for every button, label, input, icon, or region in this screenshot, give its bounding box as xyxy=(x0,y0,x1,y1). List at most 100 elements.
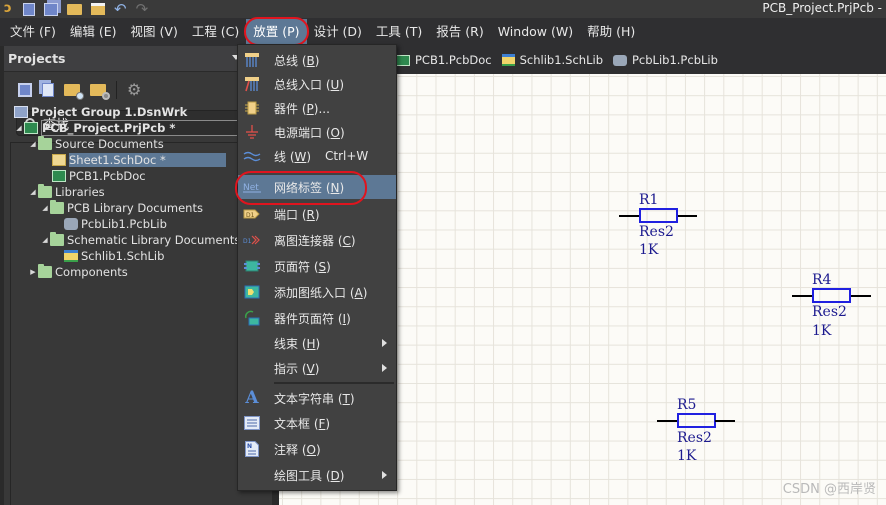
open-folder-icon[interactable] xyxy=(64,84,84,100)
schlib-icon xyxy=(64,250,78,262)
component-lead xyxy=(657,420,677,422)
off-sheet-connector-icon: D1 xyxy=(243,232,261,248)
folder-icon xyxy=(38,136,52,150)
collapsed-icon[interactable]: ▶ xyxy=(28,268,38,276)
tree-item-pcb-library-documents[interactable]: ◢ PCB Library Documents xyxy=(12,200,272,216)
menu-design[interactable]: 设计 (D) xyxy=(307,19,369,45)
tab-pcblib1-pcblib[interactable]: PcbLib1.PcbLib xyxy=(613,53,718,67)
component-lead xyxy=(851,295,871,297)
menu-tools[interactable]: 工具 (T) xyxy=(369,19,429,45)
resistor-body xyxy=(639,208,678,223)
svg-text:Net: Net xyxy=(243,183,259,193)
menu-item-off-sheet-connector[interactable]: D1 离图连接器 (C) xyxy=(238,228,396,252)
menu-item-net-label[interactable]: Net 网络标签 (N) xyxy=(235,171,396,205)
component-lead xyxy=(715,420,735,422)
copy-icon[interactable] xyxy=(42,83,54,97)
menu-item-drawing-tools[interactable]: 绘图工具 (D) xyxy=(238,463,396,487)
folder-icon xyxy=(50,200,64,214)
expanded-icon[interactable]: ◢ xyxy=(28,188,38,196)
submenu-arrow-icon xyxy=(382,339,387,347)
save-icon[interactable] xyxy=(23,2,35,16)
expanded-icon[interactable]: ◢ xyxy=(14,124,24,132)
submenu-arrow-icon xyxy=(382,364,387,372)
bus-icon xyxy=(243,52,261,68)
component-lead xyxy=(619,215,639,217)
menu-reports[interactable]: 报告 (R) xyxy=(429,19,490,45)
tree-item-components[interactable]: ▶ Components xyxy=(12,264,272,280)
tree-item-pcblib1[interactable]: PcbLib1.PcbLib xyxy=(12,216,272,232)
save-all-icon[interactable] xyxy=(44,2,58,16)
comment-label: Res2 xyxy=(677,430,712,446)
tab-pcb1-pcbdoc[interactable]: PCB1.PcbDoc xyxy=(396,53,492,67)
pcbdoc-icon xyxy=(52,170,66,182)
designator-label: R5 xyxy=(677,397,697,413)
menu-item-add-sheet-entry[interactable]: 添加图纸入口 (A) xyxy=(238,280,396,304)
tree-item-libraries[interactable]: ◢ Libraries xyxy=(12,184,272,200)
tree-item-project-group[interactable]: Project Group 1.DsnWrk xyxy=(12,104,272,120)
tab-schlib1-schlib[interactable]: Schlib1.SchLib xyxy=(501,53,603,67)
menu-item-power-port[interactable]: 电源端口 (O) xyxy=(238,120,396,144)
expanded-icon[interactable]: ◢ xyxy=(28,140,38,148)
project-tree: Project Group 1.DsnWrk ◢ PCB_Project.Prj… xyxy=(12,104,272,280)
pcbdoc-icon xyxy=(396,54,410,66)
device-sheet-symbol-icon xyxy=(243,310,261,326)
undo-icon[interactable]: ↶ xyxy=(114,2,127,17)
menu-view[interactable]: 视图 (V) xyxy=(124,19,185,45)
value-label: 1K xyxy=(639,242,659,258)
part-icon xyxy=(243,100,261,116)
toolbar-separator xyxy=(116,81,117,99)
menu-item-port[interactable]: D1 端口 (R) xyxy=(238,202,396,226)
menu-item-text-frame[interactable]: 文本框 (F) xyxy=(238,411,396,435)
submenu-arrow-icon xyxy=(382,471,387,479)
folder-icon xyxy=(38,264,52,278)
menu-item-device-sheet-symbol[interactable]: 器件页面符 (I) xyxy=(238,306,396,330)
folder-icon xyxy=(50,232,64,246)
tree-item-schematic-library-documents[interactable]: ◢ Schematic Library Documents xyxy=(12,232,272,248)
resistor-body xyxy=(812,288,851,303)
gear-icon[interactable]: ⚙ xyxy=(127,82,141,98)
menu-item-wire[interactable]: 线 (W) Ctrl+W xyxy=(238,144,396,168)
tree-item-sheet1[interactable]: Sheet1.SchDoc * xyxy=(12,152,272,168)
tree-item-pcb1[interactable]: PCB1.PcbDoc xyxy=(12,168,272,184)
value-label: 1K xyxy=(677,448,697,464)
open-icon[interactable] xyxy=(67,3,82,15)
svg-text:N: N xyxy=(247,443,252,450)
menu-file[interactable]: 文件 (F) xyxy=(3,19,63,45)
app-logo-icon: ↄ xyxy=(4,1,12,16)
menu-window[interactable]: Window (W) xyxy=(491,19,580,45)
tree-item-pcb-project[interactable]: ◢ PCB_Project.PrjPcb * xyxy=(12,120,272,136)
menu-item-bus-entry[interactable]: 总线入口 (U) xyxy=(238,72,396,96)
redo-icon[interactable]: ↷ xyxy=(136,2,149,17)
save-icon[interactable] xyxy=(18,83,32,97)
expanded-icon[interactable]: ◢ xyxy=(40,204,50,212)
svg-text:D1: D1 xyxy=(243,238,252,245)
place-menu-dropdown: 总线 (B) 总线入口 (U) 器件 (P)... 电源端口 (O) 线 (W)… xyxy=(235,44,397,491)
tree-item-source-documents[interactable]: ◢ Source Documents xyxy=(12,136,272,152)
menu-item-bus[interactable]: 总线 (B) xyxy=(238,48,396,72)
power-port-icon xyxy=(243,124,261,140)
menu-item-sheet-symbol[interactable]: 页面符 (S) xyxy=(238,254,396,278)
menu-item-directives[interactable]: 指示 (V) xyxy=(238,356,396,380)
text-string-icon: A xyxy=(245,388,259,408)
menu-item-harness[interactable]: 线束 (H) xyxy=(238,331,396,355)
bus-entry-icon xyxy=(243,76,261,92)
expanded-icon[interactable]: ◢ xyxy=(40,236,50,244)
folder-settings-icon[interactable] xyxy=(90,84,110,100)
value-label: 1K xyxy=(812,323,832,339)
designator-label: R1 xyxy=(639,192,659,208)
sheet-entry-icon xyxy=(243,284,261,300)
menu-item-text-string[interactable]: A 文本字符串 (T) xyxy=(238,386,396,410)
pcblib-icon xyxy=(64,218,78,230)
menu-item-note[interactable]: N 注释 (O) xyxy=(238,437,396,461)
tree-item-schlib1[interactable]: Schlib1.SchLib xyxy=(12,248,272,264)
menu-item-part[interactable]: 器件 (P)... xyxy=(238,96,396,120)
menu-help[interactable]: 帮助 (H) xyxy=(580,19,642,45)
quick-access-toolbar: ↄ ↶ ↷ xyxy=(4,0,148,18)
menu-place[interactable]: 放置 (P) xyxy=(244,17,309,46)
menu-separator xyxy=(274,382,394,384)
open-project-icon[interactable] xyxy=(91,3,105,15)
menu-project[interactable]: 工程 (C) xyxy=(185,19,246,45)
menu-edit[interactable]: 编辑 (E) xyxy=(63,19,124,45)
sheet-symbol-icon xyxy=(243,258,261,274)
folder-icon xyxy=(38,184,52,198)
